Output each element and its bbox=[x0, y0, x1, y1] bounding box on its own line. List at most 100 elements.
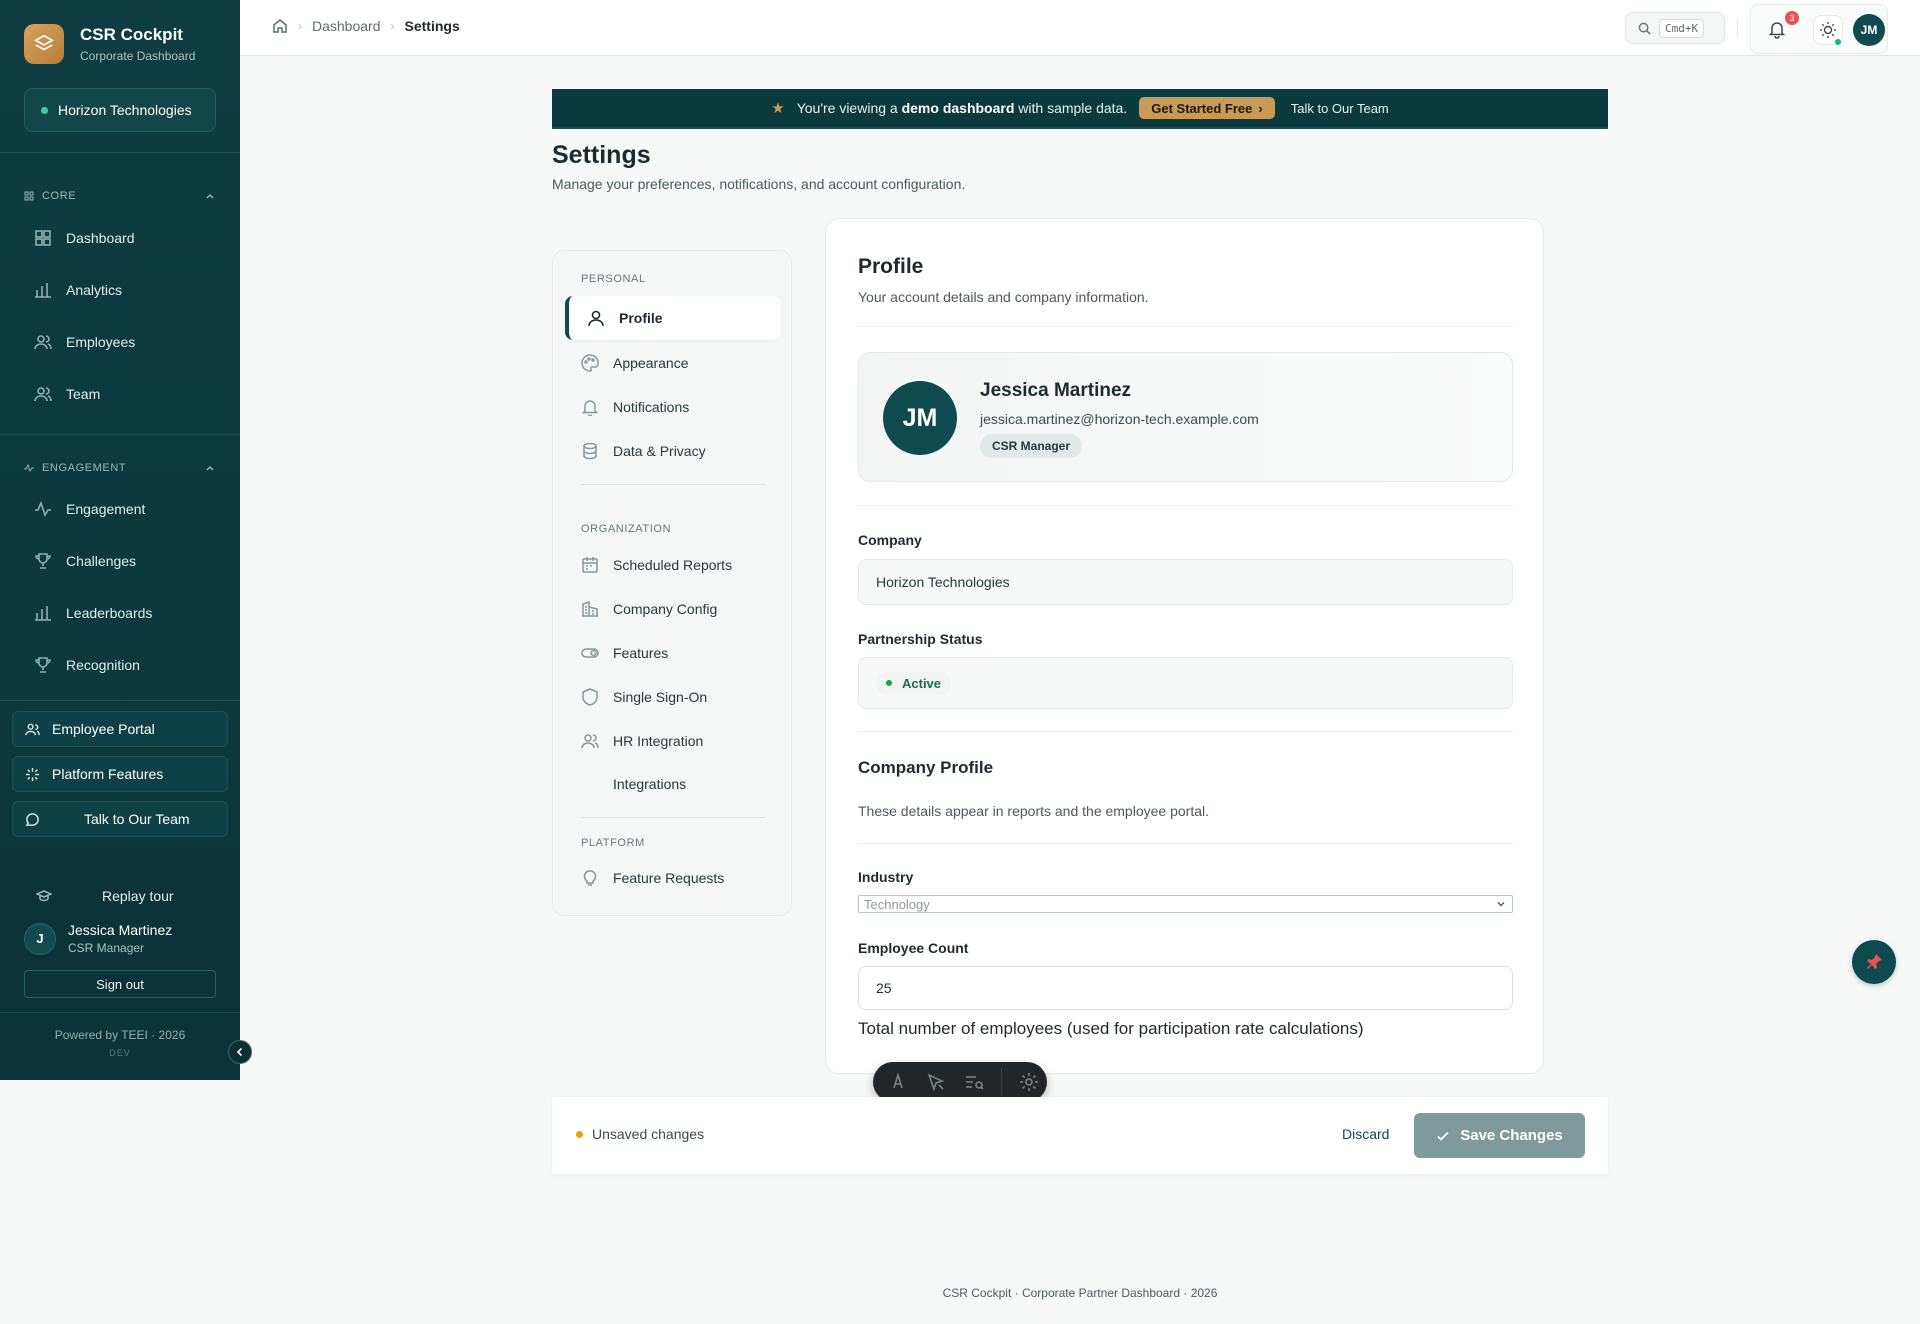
astro-icon[interactable] bbox=[887, 1071, 909, 1093]
save-button[interactable]: Save Changes bbox=[1414, 1113, 1585, 1158]
toggle-icon bbox=[581, 648, 599, 658]
settings-tab-scheduled-reports[interactable]: Scheduled Reports bbox=[581, 556, 732, 574]
section-core-toggle[interactable]: CORE bbox=[24, 190, 216, 202]
search-button[interactable]: Cmd+K bbox=[1625, 12, 1725, 44]
sidebar-item-label: Challenges bbox=[66, 553, 137, 569]
divider bbox=[0, 1012, 240, 1013]
divider bbox=[858, 326, 1513, 327]
avatar: JM bbox=[883, 381, 957, 455]
settings-tab-sso[interactable]: Single Sign-On bbox=[581, 688, 707, 706]
sidebar-item-challenges[interactable]: Challenges bbox=[34, 552, 136, 570]
user-profile[interactable]: J Jessica Martinez CSR Manager bbox=[24, 922, 172, 955]
employee-count-input[interactable] bbox=[858, 966, 1513, 1010]
settings-tab-label: Scheduled Reports bbox=[613, 557, 733, 573]
sidebar-item-employees[interactable]: Employees bbox=[34, 333, 135, 351]
replay-tour-button[interactable]: Replay tour bbox=[36, 888, 174, 904]
page-subtitle: Manage your preferences, notifications, … bbox=[552, 176, 966, 192]
divider bbox=[0, 152, 240, 153]
employee-count-label: Employee Count bbox=[858, 940, 969, 956]
sidebar-item-engagement[interactable]: Engagement bbox=[34, 500, 145, 518]
divider bbox=[858, 843, 1513, 844]
breadcrumb-dashboard[interactable]: Dashboard bbox=[312, 18, 381, 34]
section-engagement-toggle[interactable]: ENGAGEMENT bbox=[24, 462, 216, 474]
section-subtitle: Your account details and company informa… bbox=[858, 289, 1149, 305]
role-badge: CSR Manager bbox=[980, 434, 1083, 458]
nav-section-platform: PLATFORM bbox=[581, 837, 645, 849]
bell-icon[interactable] bbox=[1767, 19, 1787, 39]
settings-tab-label: Features bbox=[613, 645, 669, 661]
layers-icon bbox=[24, 24, 64, 64]
settings-tab-label: Single Sign-On bbox=[613, 689, 708, 705]
section-title: Profile bbox=[858, 255, 924, 278]
industry-value: Technology bbox=[864, 896, 930, 912]
settings-tab-company-config[interactable]: Company Config bbox=[581, 600, 717, 618]
save-label: Save Changes bbox=[1460, 1127, 1563, 1144]
search-icon bbox=[1638, 22, 1651, 35]
chat-icon bbox=[25, 812, 39, 826]
chevron-left-icon bbox=[236, 1047, 243, 1057]
org-switcher[interactable]: Horizon Technologies bbox=[24, 88, 216, 132]
gear-icon[interactable] bbox=[1018, 1071, 1040, 1093]
industry-select[interactable]: Technology bbox=[858, 895, 1513, 913]
notification-badge: 3 bbox=[1785, 11, 1799, 25]
pushpin-icon bbox=[1867, 954, 1882, 969]
pin-button[interactable] bbox=[1852, 940, 1896, 984]
powered-by: Powered by TEEI · 2026 bbox=[54, 1028, 186, 1042]
settings-tab-label: Appearance bbox=[613, 355, 689, 371]
settings-tab-label: HR Integration bbox=[613, 733, 704, 749]
collapse-sidebar-button[interactable] bbox=[228, 1040, 252, 1064]
sidebar-footer bbox=[0, 848, 240, 1080]
sidebar-item-leaderboards[interactable]: Leaderboards bbox=[34, 604, 152, 622]
profile-name: Jessica Martinez bbox=[980, 380, 1132, 401]
platform-features-label: Platform Features bbox=[52, 766, 164, 782]
section-engagement-label: ENGAGEMENT bbox=[42, 462, 127, 474]
settings-tab-hr-integration[interactable]: HR Integration bbox=[581, 732, 703, 750]
settings-tab-features[interactable]: Features bbox=[581, 644, 668, 662]
platform-features-button[interactable]: Platform Features bbox=[12, 756, 228, 792]
employee-portal-button[interactable]: Employee Portal bbox=[12, 711, 228, 747]
chevron-up-icon bbox=[206, 194, 214, 199]
sidebar-item-label: Team bbox=[66, 386, 101, 402]
settings-tab-label: Profile bbox=[619, 310, 663, 326]
audit-icon[interactable] bbox=[963, 1071, 985, 1093]
users-icon bbox=[581, 734, 599, 749]
status-dot bbox=[576, 1130, 583, 1138]
users-icon bbox=[25, 723, 40, 735]
industry-label: Industry bbox=[858, 869, 914, 885]
brand[interactable]: CSR Cockpit Corporate Dashboard bbox=[24, 24, 195, 64]
talk-to-team-link[interactable]: Talk to Our Team bbox=[1291, 101, 1389, 116]
section-core-label: CORE bbox=[42, 190, 77, 202]
chevron-down-icon bbox=[1497, 902, 1505, 907]
settings-tab-integrations[interactable]: Integrations bbox=[613, 776, 686, 792]
inspect-icon[interactable] bbox=[925, 1071, 947, 1093]
settings-tab-profile[interactable]: Profile bbox=[565, 296, 781, 340]
get-started-button[interactable]: Get Started Free › bbox=[1139, 97, 1275, 119]
avatar[interactable]: JM bbox=[1853, 14, 1885, 46]
settings-tab-appearance[interactable]: Appearance bbox=[581, 354, 689, 372]
partnership-status-label: Partnership Status bbox=[858, 631, 983, 647]
divider bbox=[1001, 1068, 1002, 1096]
sidebar-item-team[interactable]: Team bbox=[34, 385, 100, 403]
settings-tab-data-privacy[interactable]: Data & Privacy bbox=[581, 442, 706, 460]
nav-section-organization: ORGANIZATION bbox=[581, 523, 672, 535]
settings-tab-notifications[interactable]: Notifications bbox=[581, 398, 689, 416]
sidebar-item-analytics[interactable]: Analytics bbox=[34, 281, 122, 299]
search-shortcut: Cmd+K bbox=[1659, 18, 1705, 38]
org-name: Horizon Technologies bbox=[58, 102, 192, 118]
sidebar-item-dashboard[interactable]: Dashboard bbox=[34, 229, 135, 247]
sign-out-button[interactable]: Sign out bbox=[24, 970, 216, 998]
database-icon bbox=[583, 442, 597, 460]
palette-icon bbox=[581, 354, 599, 372]
sparkles-icon bbox=[25, 767, 40, 781]
discard-button[interactable]: Discard bbox=[1342, 1126, 1389, 1142]
breadcrumb-settings: Settings bbox=[404, 18, 460, 34]
settings-tab-label: Feature Requests bbox=[613, 870, 725, 886]
check-icon bbox=[1437, 1131, 1449, 1141]
brand-subtitle: Corporate Dashboard bbox=[80, 49, 196, 63]
home-icon[interactable] bbox=[272, 18, 288, 34]
settings-tab-feature-requests[interactable]: Feature Requests bbox=[581, 869, 724, 887]
trophy-icon bbox=[35, 657, 51, 673]
talk-to-team-button[interactable]: Talk to Our Team bbox=[12, 801, 228, 837]
shield-icon bbox=[582, 688, 598, 706]
sidebar-item-recognition[interactable]: Recognition bbox=[34, 656, 140, 674]
